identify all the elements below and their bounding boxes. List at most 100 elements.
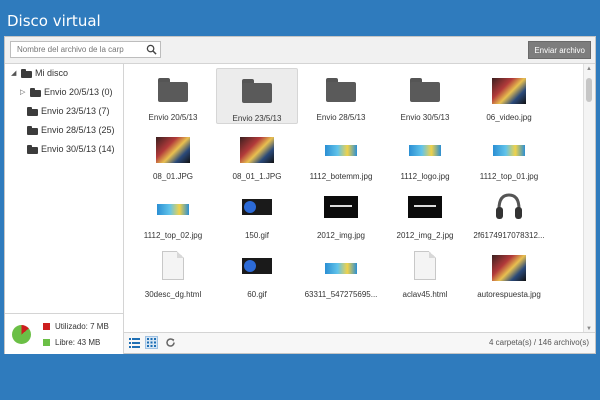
file-name-label: Envio 20/5/13 — [148, 113, 198, 122]
file-name-label: 1112_logo.jpg — [400, 172, 450, 181]
file-item[interactable]: 2012_img.jpg — [300, 186, 382, 242]
image-thumbnail — [324, 196, 358, 218]
vertical-scrollbar[interactable]: ▲ ▼ — [583, 64, 595, 334]
image-thumbnail — [157, 204, 189, 215]
folder-item[interactable]: Envio 23/5/13 — [216, 68, 298, 124]
image-thumbnail — [325, 145, 357, 156]
file-item[interactable]: 1112_logo.jpg — [384, 127, 466, 183]
file-name-label: autorespuesta.jpg — [477, 290, 541, 299]
document-icon — [162, 251, 184, 280]
folder-item[interactable]: Envio 28/5/13 — [300, 68, 382, 124]
folder-icon — [242, 79, 272, 103]
refresh-button[interactable] — [164, 336, 177, 349]
status-bar: 4 carpeta(s) / 146 archivo(s) — [124, 332, 595, 353]
grid-view-button[interactable] — [145, 336, 158, 349]
folder-icon — [410, 78, 440, 102]
folder-tree: ◢ Mi disco ▷ Envio 20/5/13 (0) Envio 23/… — [5, 64, 124, 354]
image-thumbnail — [494, 191, 524, 223]
file-name-label: 06_video.jpg — [486, 113, 532, 122]
file-name-label: 1112_top_02.jpg — [143, 231, 203, 240]
file-name-label: 2012_img_2.jpg — [396, 231, 454, 240]
grid-view-icon — [147, 338, 156, 347]
folder-item[interactable]: Envio 20/5/13 — [132, 68, 214, 124]
folder-icon — [21, 68, 32, 78]
file-name-label: 08_01_1.JPG — [232, 172, 282, 181]
toolbar: Enviar archivo — [5, 37, 595, 64]
file-item[interactable]: 1112_top_01.jpg — [468, 127, 550, 183]
list-view-button[interactable] — [128, 336, 141, 349]
search-input[interactable] — [17, 42, 143, 57]
tree-root[interactable]: ◢ Mi disco — [11, 68, 68, 78]
file-item[interactable]: 30desc_dg.html — [132, 245, 214, 301]
image-thumbnail — [493, 145, 525, 156]
file-name-label: Envio 28/5/13 — [316, 113, 366, 122]
folder-item[interactable]: Envio 30/5/13 — [384, 68, 466, 124]
file-item[interactable]: 150.gif — [216, 186, 298, 242]
file-item[interactable]: 2012_img_2.jpg — [384, 186, 466, 242]
tree-root-label: Mi disco — [35, 68, 69, 78]
free-swatch — [43, 339, 50, 346]
search-icon[interactable] — [146, 44, 157, 55]
refresh-icon — [166, 338, 175, 347]
used-swatch — [43, 323, 50, 330]
file-name-label: Envio 30/5/13 — [400, 113, 450, 122]
file-name-label: 30desc_dg.html — [144, 290, 202, 299]
file-name-label: Envio 23/5/13 — [232, 114, 282, 123]
folder-icon — [27, 106, 38, 116]
disk-usage-panel: Utilizado: 7 MB Libre: 43 MB — [5, 313, 123, 354]
image-thumbnail — [325, 263, 357, 274]
free-label: Libre: 43 MB — [55, 338, 101, 347]
file-item[interactable]: 60.gif — [216, 245, 298, 301]
tree-item-label: Envio 20/5/13 (0) — [44, 87, 113, 97]
folder-icon — [27, 144, 38, 154]
search-box[interactable] — [10, 41, 161, 58]
file-item[interactable]: 06_video.jpg — [468, 68, 550, 124]
folder-icon — [158, 78, 188, 102]
file-grid: Envio 20/5/13 Envio 23/5/13 Envio 28/5/13 E… — [124, 64, 585, 334]
list-view-icon — [129, 337, 140, 348]
tree-item-label: Envio 28/5/13 (25) — [41, 125, 115, 135]
tree-item-envio-28[interactable]: Envio 28/5/13 (25) — [27, 125, 115, 135]
upload-file-button[interactable]: Enviar archivo — [528, 41, 591, 59]
image-thumbnail — [240, 137, 274, 163]
file-item[interactable]: aclav45.html — [384, 245, 466, 301]
free-legend: Libre: 43 MB — [43, 338, 100, 347]
image-thumbnail — [242, 258, 272, 274]
document-icon — [414, 251, 436, 280]
file-item[interactable]: 1112_botemm.jpg — [300, 127, 382, 183]
file-name-label: 08_01.JPG — [152, 172, 194, 181]
folder-icon — [326, 78, 356, 102]
tree-item-label: Envio 23/5/13 (7) — [41, 106, 110, 116]
item-count: 4 carpeta(s) / 146 archivo(s) — [488, 338, 589, 347]
image-thumbnail — [408, 196, 442, 218]
scroll-thumb[interactable] — [586, 78, 592, 102]
tree-item-envio-30[interactable]: Envio 30/5/13 (14) — [27, 144, 115, 154]
file-manager-window: Enviar archivo ◢ Mi disco ▷ Envio 20/5/1… — [4, 36, 596, 354]
file-name-label: 1112_botemm.jpg — [309, 172, 373, 181]
disk-usage-pie — [12, 325, 31, 344]
tree-item-label: Envio 30/5/13 (14) — [41, 144, 115, 154]
tree-item-envio-23[interactable]: Envio 23/5/13 (7) — [27, 106, 110, 116]
used-label: Utilizado: 7 MB — [55, 322, 109, 331]
file-name-label: aclav45.html — [402, 290, 448, 299]
file-name-label: 63311_547275695... — [304, 290, 378, 299]
file-item[interactable]: 2f6174917078312... — [468, 186, 550, 242]
file-item[interactable]: autorespuesta.jpg — [468, 245, 550, 301]
expand-arrow-icon[interactable]: ▷ — [20, 88, 27, 96]
image-thumbnail — [242, 199, 272, 215]
image-thumbnail — [492, 78, 526, 104]
file-item[interactable]: 08_01_1.JPG — [216, 127, 298, 183]
image-thumbnail — [492, 255, 526, 281]
app-title: Disco virtual — [7, 12, 101, 30]
tree-item-envio-20[interactable]: ▷ Envio 20/5/13 (0) — [20, 87, 113, 97]
collapse-arrow-icon[interactable]: ◢ — [11, 69, 18, 77]
image-thumbnail — [156, 137, 190, 163]
scroll-up-icon[interactable]: ▲ — [586, 66, 592, 72]
file-item[interactable]: 1112_top_02.jpg — [132, 186, 214, 242]
file-item[interactable]: 08_01.JPG — [132, 127, 214, 183]
image-thumbnail — [409, 145, 441, 156]
folder-icon — [30, 87, 41, 97]
file-name-label: 60.gif — [247, 290, 267, 299]
folder-icon — [27, 125, 38, 135]
file-item[interactable]: 63311_547275695... — [300, 245, 382, 301]
